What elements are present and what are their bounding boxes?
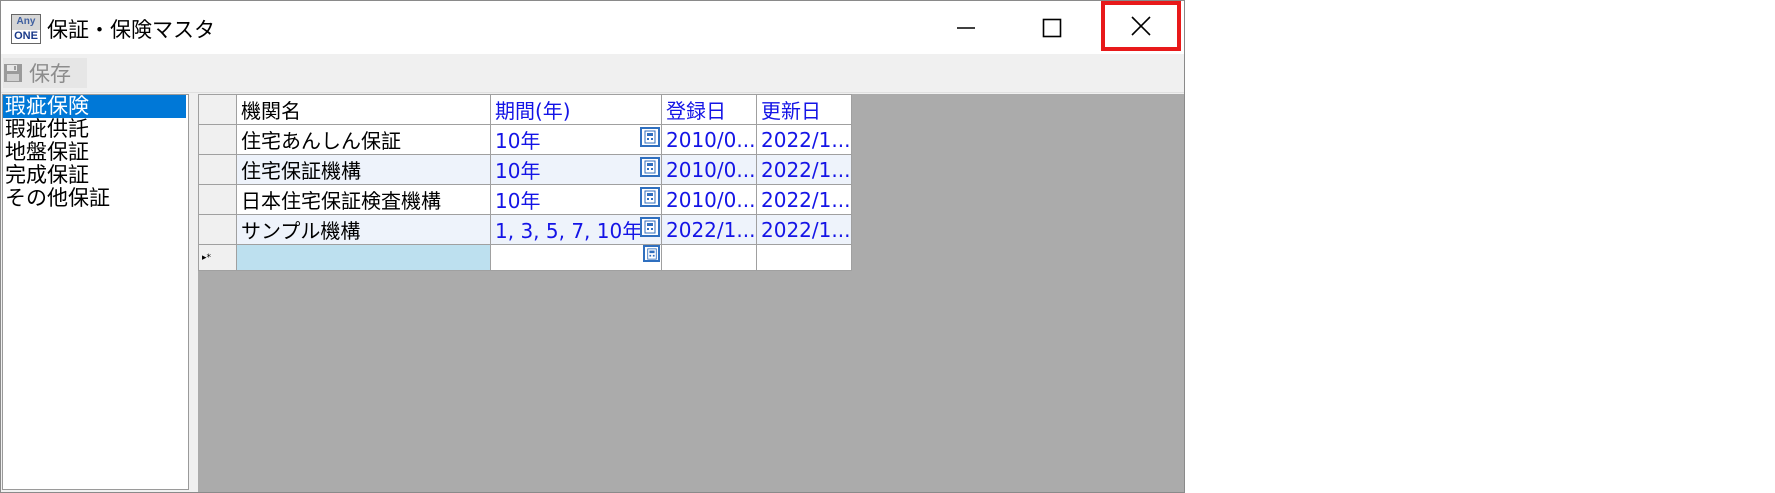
period-picker-icon[interactable] xyxy=(640,187,660,207)
column-header-registered[interactable]: 登録日 xyxy=(661,94,757,125)
cell-period[interactable]: 10年 xyxy=(490,184,662,215)
cell-period-value: 10年 xyxy=(495,159,541,183)
column-header-name[interactable]: 機関名 xyxy=(236,94,491,125)
app-logo-line2: ONE xyxy=(14,30,38,42)
cell-name[interactable]: 住宅保証機構 xyxy=(236,154,491,185)
floppy-disk-icon xyxy=(4,64,22,82)
close-icon xyxy=(1131,16,1151,36)
cell-name[interactable]: 住宅あんしん保証 xyxy=(236,124,491,155)
new-row-cell-period[interactable] xyxy=(490,244,662,271)
cell-name[interactable]: サンプル機構 xyxy=(236,214,491,245)
cell-name[interactable]: 日本住宅保証検査機構 xyxy=(236,184,491,215)
cell-updated[interactable]: 2022/1... xyxy=(756,184,852,215)
column-header-updated[interactable]: 更新日 xyxy=(756,94,852,125)
save-label: 保存 xyxy=(29,62,71,86)
cell-registered[interactable]: 2010/0... xyxy=(661,184,757,215)
maximize-button[interactable] xyxy=(1017,1,1087,54)
new-row-cell-name[interactable] xyxy=(236,244,491,271)
category-list: 瑕疵保険 瑕疵供託 地盤保証 完成保証 その他保証 xyxy=(2,94,189,490)
cell-period-value: 10年 xyxy=(495,129,541,153)
column-header-period[interactable]: 期間(年) xyxy=(490,94,662,125)
cell-updated[interactable]: 2022/1... xyxy=(756,154,852,185)
category-item-defect-deposit[interactable]: 瑕疵供託 xyxy=(3,118,188,141)
save-button[interactable]: 保存 xyxy=(3,58,87,88)
category-item-completion-guarantee[interactable]: 完成保証 xyxy=(3,164,188,187)
row-header[interactable] xyxy=(198,214,237,245)
data-grid: 機関名 期間(年) 登録日 更新日 住宅あんしん保証 10年 2010/0...… xyxy=(198,94,852,271)
app-logo-icon: Any ONE xyxy=(11,14,41,44)
cell-period[interactable]: 1, 3, 5, 7, 10年 xyxy=(490,214,662,245)
cell-period[interactable]: 10年 xyxy=(490,154,662,185)
new-row-cell-updated[interactable] xyxy=(756,244,852,271)
data-grid-area: 機関名 期間(年) 登録日 更新日 住宅あんしん保証 10年 2010/0...… xyxy=(198,94,1184,492)
grid-header-row: 機関名 期間(年) 登録日 更新日 xyxy=(198,94,852,125)
table-row[interactable]: サンプル機構 1, 3, 5, 7, 10年 2022/1... 2022/1.… xyxy=(198,214,852,245)
new-row[interactable]: ▸* xyxy=(198,244,852,271)
category-item-ground-guarantee[interactable]: 地盤保証 xyxy=(3,141,188,164)
period-picker-icon[interactable] xyxy=(643,245,660,262)
title-bar: Any ONE 保証・保険マスタ xyxy=(1,1,1184,54)
new-row-cell-registered[interactable] xyxy=(661,244,757,271)
cell-updated[interactable]: 2022/1... xyxy=(756,124,852,155)
table-row[interactable]: 住宅あんしん保証 10年 2010/0... 2022/1... xyxy=(198,124,852,155)
row-header[interactable] xyxy=(198,154,237,185)
category-item-defect-insurance[interactable]: 瑕疵保険 xyxy=(3,95,186,118)
category-item-other-guarantee[interactable]: その他保証 xyxy=(3,187,188,210)
table-row[interactable]: 住宅保証機構 10年 2010/0... 2022/1... xyxy=(198,154,852,185)
period-picker-icon[interactable] xyxy=(640,127,660,147)
table-row[interactable]: 日本住宅保証検査機構 10年 2010/0... 2022/1... xyxy=(198,184,852,215)
cell-period[interactable]: 10年 xyxy=(490,124,662,155)
cell-registered[interactable]: 2010/0... xyxy=(661,154,757,185)
close-button[interactable] xyxy=(1101,1,1181,51)
minimize-button[interactable] xyxy=(931,1,1001,54)
app-logo-line1: Any xyxy=(12,15,40,30)
toolbar: 保存 xyxy=(1,54,1184,93)
cell-registered[interactable]: 2010/0... xyxy=(661,124,757,155)
maximize-icon xyxy=(1042,18,1062,37)
period-picker-icon[interactable] xyxy=(640,217,660,237)
grid-corner-cell[interactable] xyxy=(198,94,237,125)
row-header[interactable] xyxy=(198,184,237,215)
row-header[interactable] xyxy=(198,124,237,155)
window-title: 保証・保険マスタ xyxy=(47,18,215,42)
cell-period-value: 1, 3, 5, 7, 10年 xyxy=(495,219,643,243)
master-window: Any ONE 保証・保険マスタ 保存 瑕疵保険 瑕疵供託 地盤保証 完成保証 … xyxy=(0,0,1185,493)
period-picker-icon[interactable] xyxy=(640,157,660,177)
new-row-marker[interactable]: ▸* xyxy=(198,244,237,271)
minimize-icon xyxy=(957,26,975,29)
cell-period-value: 10年 xyxy=(495,189,541,213)
cell-registered[interactable]: 2022/1... xyxy=(661,214,757,245)
cell-updated[interactable]: 2022/1... xyxy=(756,214,852,245)
